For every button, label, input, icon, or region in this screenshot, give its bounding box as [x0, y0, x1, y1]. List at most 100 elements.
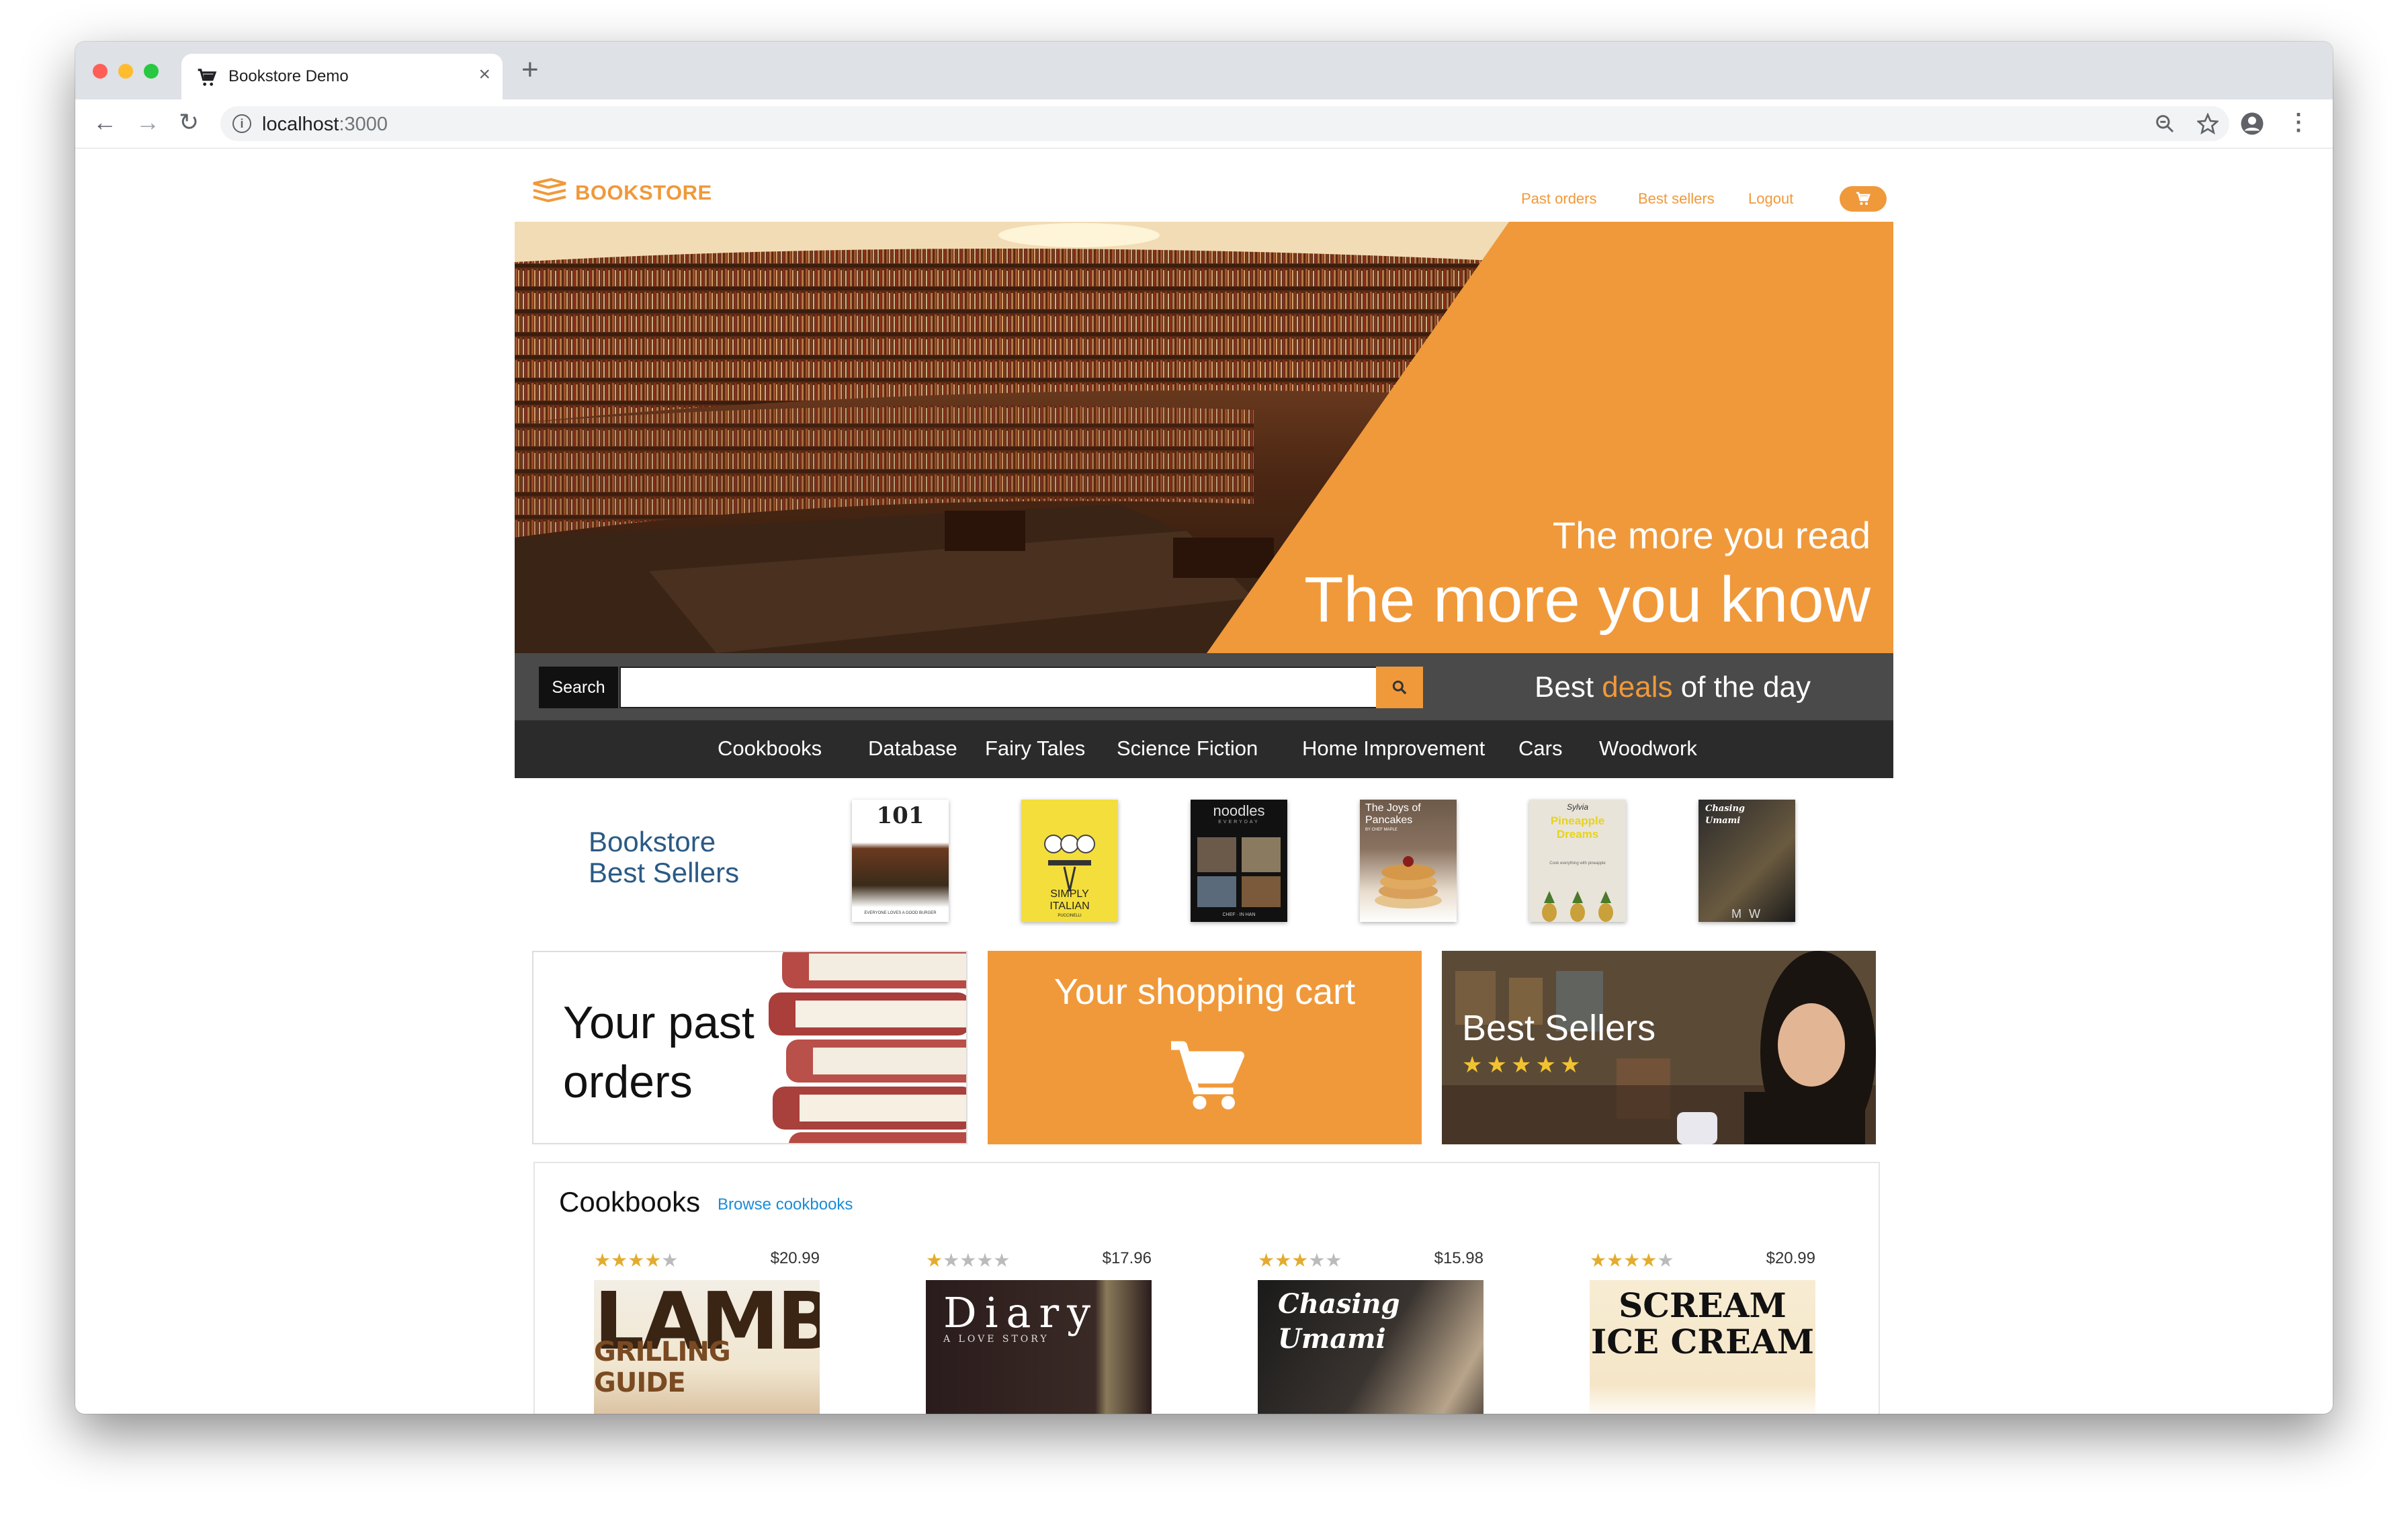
minimize-window-button[interactable] — [118, 64, 133, 79]
price: $17.96 — [1102, 1249, 1152, 1267]
back-icon[interactable]: ← — [93, 109, 117, 136]
category-fairy-tales[interactable]: Fairy Tales — [985, 736, 1085, 761]
book-cover[interactable]: noodles EVERYDAY CHEF · IN HAN — [1191, 800, 1287, 922]
menu-icon[interactable]: ⋮ — [2287, 109, 2310, 136]
brand-name: BOOKSTORE — [575, 181, 712, 204]
book-subtitle: A LOVE STORY — [943, 1334, 1049, 1345]
book-subtitle: ITALIAN — [1049, 900, 1090, 912]
best-sellers-panel-title: Best Sellers — [1462, 1008, 1656, 1048]
book-title: SIMPLY — [1050, 888, 1089, 900]
star-icon[interactable] — [2197, 113, 2219, 134]
book-author: PUCCINELLI — [1058, 914, 1082, 918]
book-cover[interactable]: Chasing Umami M W — [1698, 800, 1795, 922]
hero-line-1: The more you read — [1552, 514, 1870, 556]
book-illustration — [1375, 856, 1442, 908]
best-sellers-strip: Bookstore Best Sellers 101 burgers EVERY… — [515, 778, 1893, 933]
category-science-fiction[interactable]: Science Fiction — [1117, 736, 1258, 761]
best-sellers-panel[interactable]: Best Sellers ★★★★★ — [1442, 951, 1876, 1144]
category-database[interactable]: Database — [868, 736, 957, 761]
book-subtitle: ICE CREAM — [1590, 1322, 1815, 1361]
nav-past-orders[interactable]: Past orders — [1521, 190, 1597, 208]
category-woodwork[interactable]: Woodwork — [1599, 736, 1697, 761]
section-title: Cookbooks — [559, 1186, 701, 1218]
browser-toolbar: ← → ↻ i localhost:3000 ⋮ — [75, 99, 2333, 149]
search-button[interactable] — [1376, 667, 1423, 708]
best-sellers-title-line-1: Bookstore — [589, 826, 716, 857]
shopping-cart-panel[interactable]: Your shopping cart — [988, 951, 1422, 1144]
book-stack-icon — [533, 177, 566, 203]
search-bar: Search Best deals of the day — [515, 653, 1893, 720]
cart-button[interactable] — [1840, 186, 1887, 212]
rating-stars: ★★★★★ — [926, 1250, 1010, 1271]
deals-highlight: deals — [1602, 671, 1673, 704]
nav-logout[interactable]: Logout — [1748, 190, 1793, 208]
book-author: CHEF · IN HAN — [1222, 913, 1256, 917]
rating-stars: ★★★★★ — [1462, 1052, 1585, 1078]
rating-stars: ★★★★★ — [1258, 1250, 1342, 1271]
book-subtitle: GRILLING GUIDE — [594, 1337, 731, 1398]
new-tab-button[interactable]: + — [521, 55, 539, 85]
book-title: Diary — [943, 1288, 1099, 1337]
info-icon[interactable]: i — [232, 114, 251, 133]
deals-heading: Best deals of the day — [1535, 671, 1811, 704]
browser-tab[interactable]: Bookstore Demo × — [181, 54, 503, 99]
cart-icon — [1856, 192, 1870, 205]
search-input[interactable] — [619, 667, 1377, 708]
book-cover[interactable]: SCREAM ICE CREAM — [1590, 1280, 1815, 1414]
reload-icon[interactable]: ↻ — [179, 109, 199, 136]
forward-icon[interactable]: → — [136, 109, 160, 136]
address-bar[interactable]: i localhost:3000 — [220, 106, 2229, 141]
category-cars[interactable]: Cars — [1518, 736, 1562, 761]
price: $20.99 — [1766, 1249, 1815, 1267]
close-window-button[interactable] — [93, 64, 108, 79]
book-stack-image — [769, 952, 966, 1143]
rating-stars: ★★★★★ — [594, 1250, 679, 1271]
book-title: SCREAM — [1619, 1285, 1787, 1325]
past-orders-line-2: orders — [563, 1056, 693, 1107]
book-subtitle: Umami — [1278, 1323, 1386, 1355]
book-author: M W — [1731, 907, 1762, 921]
book-cover[interactable]: 101 burgers EVERYONE LOVES A GOOD BURGER — [852, 800, 949, 922]
book-cover[interactable]: Sylvia Pineapple Dreams Cook everything … — [1529, 800, 1626, 922]
nav-best-sellers[interactable]: Best sellers — [1638, 190, 1715, 208]
title-bar: Bookstore Demo × + — [75, 42, 2333, 99]
price: $20.99 — [770, 1249, 820, 1267]
book-cover[interactable]: LAMB GRILLING GUIDE — [594, 1280, 820, 1414]
category-nav: Cookbooks Database Fairy Tales Science F… — [515, 720, 1893, 778]
account-icon[interactable] — [2240, 112, 2264, 136]
category-home-improvement[interactable]: Home Improvement — [1302, 736, 1485, 761]
maximize-window-button[interactable] — [144, 64, 159, 79]
search-icon — [1392, 680, 1407, 695]
book-title: 101 — [876, 802, 924, 829]
book-tagline: EVERYONE LOVES A GOOD BURGER — [864, 911, 937, 915]
category-cookbooks[interactable]: Cookbooks — [718, 736, 822, 761]
best-sellers-title: Bookstore Best Sellers — [589, 827, 739, 888]
cart-icon — [198, 69, 217, 86]
deals-suffix: of the day — [1672, 671, 1811, 704]
book-cover[interactable]: The Joys of Pancakes BY CHEF MAPLE — [1360, 800, 1457, 922]
browse-cookbooks-link[interactable]: Browse cookbooks — [718, 1195, 853, 1214]
book-illustration — [1542, 891, 1613, 922]
hero-banner: The more you read The more you know — [515, 222, 1893, 653]
book-title: Chasing — [1705, 804, 1746, 814]
zoom-icon[interactable] — [2154, 113, 2176, 134]
past-orders-panel[interactable]: Your past orders — [532, 951, 968, 1144]
book-subtitle: burgers — [882, 829, 919, 841]
book-title: Chasing — [1278, 1288, 1400, 1320]
book-cover[interactable]: SIMPLY ITALIAN PUCCINELLI — [1021, 800, 1118, 922]
book-cover[interactable]: Chasing Umami — [1258, 1280, 1484, 1414]
url-port: :3000 — [339, 114, 388, 135]
close-icon[interactable]: × — [478, 63, 490, 86]
book-cover[interactable]: Diary A LOVE STORY — [926, 1280, 1152, 1414]
deals-prefix: Best — [1535, 671, 1602, 704]
url-text: localhost:3000 — [262, 114, 388, 136]
book-subtitle: Umami — [1705, 816, 1741, 826]
tab-title: Bookstore Demo — [228, 67, 349, 85]
price: $15.98 — [1434, 1249, 1484, 1267]
book-illustration — [1197, 837, 1281, 907]
page-viewport: BOOKSTORE Past orders Best sellers Logou… — [75, 149, 2333, 1414]
best-sellers-title-line-2: Best Sellers — [589, 857, 740, 888]
past-orders-line-1: Your past — [563, 997, 755, 1048]
browser-window: Bookstore Demo × + ← → ↻ i localhost:300… — [75, 42, 2333, 1414]
bookstore-page: BOOKSTORE Past orders Best sellers Logou… — [515, 149, 1893, 1414]
